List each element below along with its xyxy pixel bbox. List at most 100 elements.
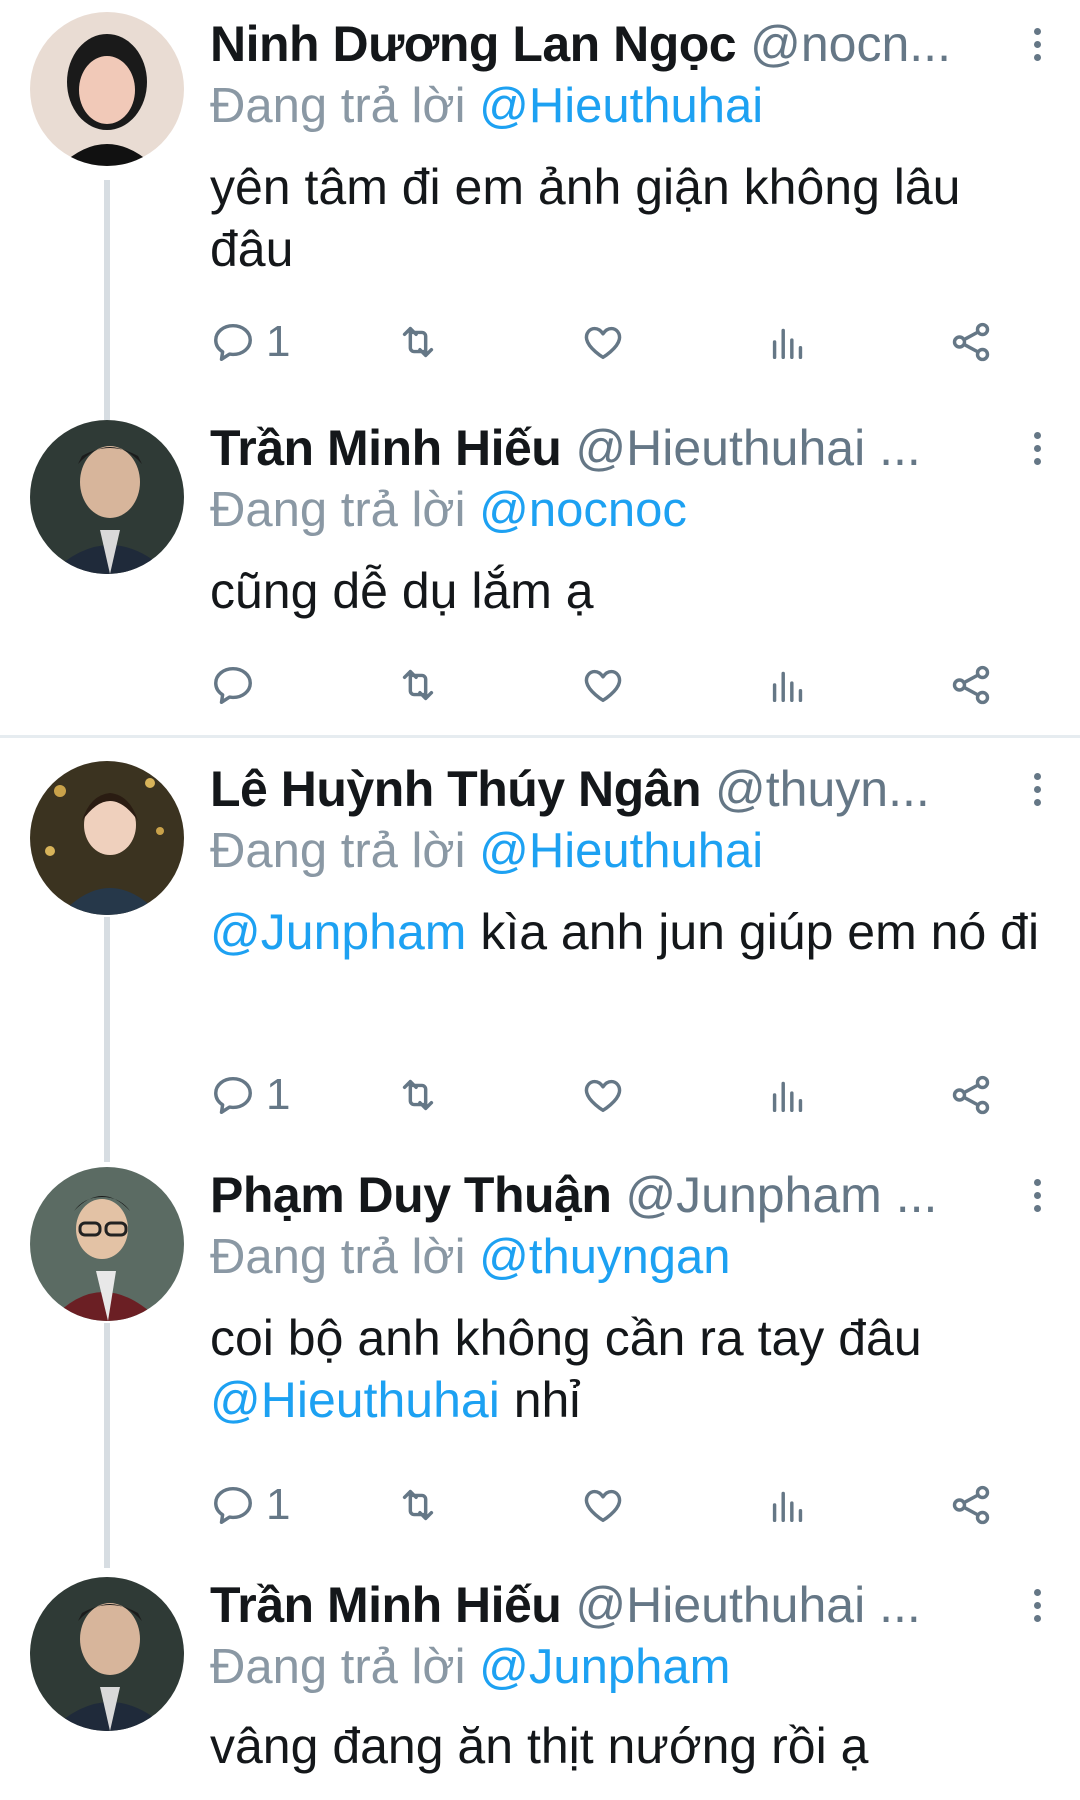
retweet-icon [402, 326, 434, 358]
tweet[interactable]: Lê Huỳnh Thúy Ngân @thuyn... Đang trả lời… [0, 745, 1080, 1162]
display-name[interactable]: Trần Minh Hiếu [210, 1577, 562, 1633]
avatar[interactable] [30, 1577, 184, 1731]
replying-to-mention[interactable]: @Hieuthuhai [479, 79, 763, 133]
display-name[interactable]: Phạm Duy Thuận [210, 1167, 612, 1223]
text-body-end: nhỉ [499, 1372, 581, 1428]
retweet-button[interactable] [395, 1475, 441, 1535]
reply-icon [214, 666, 252, 704]
tweet-header: Lê Huỳnh Thúy Ngân @thuyn... [210, 759, 990, 819]
action-bar: 1 [210, 312, 1010, 372]
tweet-header: Trần Minh Hiếu @Hieuthuhai ... [210, 418, 990, 478]
replying-to: Đang trả lời @Hieuthuhai [210, 821, 1040, 881]
like-button[interactable] [580, 1065, 626, 1125]
replying-to-mention[interactable]: @thuyngan [479, 1230, 730, 1284]
replying-to: Đang trả lời @nocnoc [210, 480, 1040, 540]
tweet[interactable]: Trần Minh Hiếu @Hieuthuhai ... Đang trả l… [0, 410, 1080, 735]
share-button[interactable] [948, 1065, 994, 1125]
tweet[interactable]: Phạm Duy Thuận @Junpham ... Đang trả lời … [0, 1155, 1080, 1568]
more-icon[interactable] [1022, 1165, 1052, 1225]
share-icon [952, 1075, 990, 1115]
replying-to-label: Đang trả lời [210, 79, 466, 133]
tweet[interactable]: Trần Minh Hiếu @Hieuthuhai ... Đang trả l… [0, 1565, 1080, 1800]
analytics-icon [772, 671, 803, 703]
like-icon [584, 669, 622, 703]
reply-button[interactable]: 1 [210, 1065, 290, 1125]
tweet[interactable]: Ninh Dương Lan Ngọc @nocn... Đang trả lời… [0, 0, 1080, 420]
replying-to: Đang trả lời @thuyngan [210, 1227, 1040, 1287]
more-icon[interactable] [1022, 418, 1052, 478]
replying-to-label: Đang trả lời [210, 1230, 466, 1284]
display-name[interactable]: Trần Minh Hiếu [210, 420, 562, 476]
tweet-text: yên tâm đi em ảnh giận không lâu đâu [210, 159, 961, 277]
analytics-button[interactable] [765, 655, 811, 715]
tweet-text: vâng đang ăn thịt nướng rồi ạ [210, 1718, 869, 1774]
share-icon [952, 1485, 990, 1525]
text-mention[interactable]: @Hieuthuhai [210, 1372, 500, 1428]
avatar[interactable] [30, 420, 184, 574]
share-button[interactable] [948, 1475, 994, 1535]
share-icon [952, 665, 990, 705]
more-icon[interactable] [1022, 759, 1052, 819]
user-handle[interactable]: @Hieuthuhai ... [575, 1577, 920, 1633]
tweet-text: coi bộ anh không cần ra tay đâu @Hieuthu… [210, 1307, 1040, 1431]
user-handle[interactable]: @Junpham ... [625, 1167, 937, 1223]
retweet-icon [402, 1489, 434, 1521]
replying-to-label: Đang trả lời [210, 824, 466, 878]
reply-button[interactable] [210, 655, 266, 715]
tweet-text: cũng dễ dụ lắm ạ [210, 563, 594, 619]
tweet-header: Trần Minh Hiếu @Hieuthuhai ... [210, 1575, 990, 1635]
action-bar [210, 655, 1010, 715]
reply-button[interactable]: 1 [210, 312, 290, 372]
thread-line [104, 180, 110, 420]
more-icon[interactable] [1022, 1575, 1052, 1635]
text-mention[interactable]: @Junpham [210, 904, 466, 960]
reply-icon [214, 1486, 252, 1524]
like-button[interactable] [580, 655, 626, 715]
replying-to-mention[interactable]: @Hieuthuhai [479, 824, 763, 878]
tweet-header: Phạm Duy Thuận @Junpham ... [210, 1165, 990, 1225]
user-handle[interactable]: @nocn... [750, 16, 951, 72]
replying-to: Đang trả lời @Hieuthuhai [210, 76, 1040, 136]
analytics-button[interactable] [765, 1475, 811, 1535]
tweet-header: Ninh Dương Lan Ngọc @nocn... [210, 14, 990, 74]
action-bar: 1 [210, 1065, 1010, 1125]
reply-count: 1 [266, 317, 291, 366]
retweet-button[interactable] [395, 1065, 441, 1125]
avatar-photo [30, 1167, 184, 1321]
avatar-photo [30, 761, 184, 915]
avatar[interactable] [30, 1167, 184, 1321]
retweet-icon [402, 1079, 434, 1111]
like-icon [584, 326, 622, 360]
display-name[interactable]: Ninh Dương Lan Ngọc [210, 16, 737, 72]
replying-to-mention[interactable]: @nocnoc [479, 483, 687, 537]
like-icon [584, 1079, 622, 1113]
user-handle[interactable]: @thuyn... [715, 761, 930, 817]
reply-button[interactable]: 1 [210, 1475, 290, 1535]
retweet-button[interactable] [395, 655, 441, 715]
like-icon [584, 1489, 622, 1523]
retweet-button[interactable] [395, 312, 441, 372]
share-icon [952, 322, 990, 362]
reply-icon [214, 323, 252, 361]
analytics-button[interactable] [765, 312, 811, 372]
avatar[interactable] [30, 12, 184, 166]
avatar-photo [30, 420, 184, 574]
text-body: coi bộ anh không cần ra tay đâu [210, 1310, 922, 1366]
replying-to: Đang trả lời @Junpham [210, 1637, 1040, 1697]
like-button[interactable] [580, 312, 626, 372]
analytics-button[interactable] [765, 1065, 811, 1125]
avatar[interactable] [30, 761, 184, 915]
more-icon[interactable] [1022, 14, 1052, 74]
reply-count: 1 [266, 1070, 291, 1119]
like-button[interactable] [580, 1475, 626, 1535]
replying-to-mention[interactable]: @Junpham [479, 1640, 730, 1694]
display-name[interactable]: Lê Huỳnh Thúy Ngân [210, 761, 702, 817]
analytics-icon [772, 1081, 803, 1113]
avatar-photo [30, 12, 184, 166]
thread-line [104, 917, 110, 1162]
analytics-icon [772, 1491, 803, 1523]
share-button[interactable] [948, 312, 994, 372]
user-handle[interactable]: @Hieuthuhai ... [575, 420, 920, 476]
tweet-text: @Junpham kìa anh jun giúp em nó đi [210, 901, 1040, 963]
share-button[interactable] [948, 655, 994, 715]
